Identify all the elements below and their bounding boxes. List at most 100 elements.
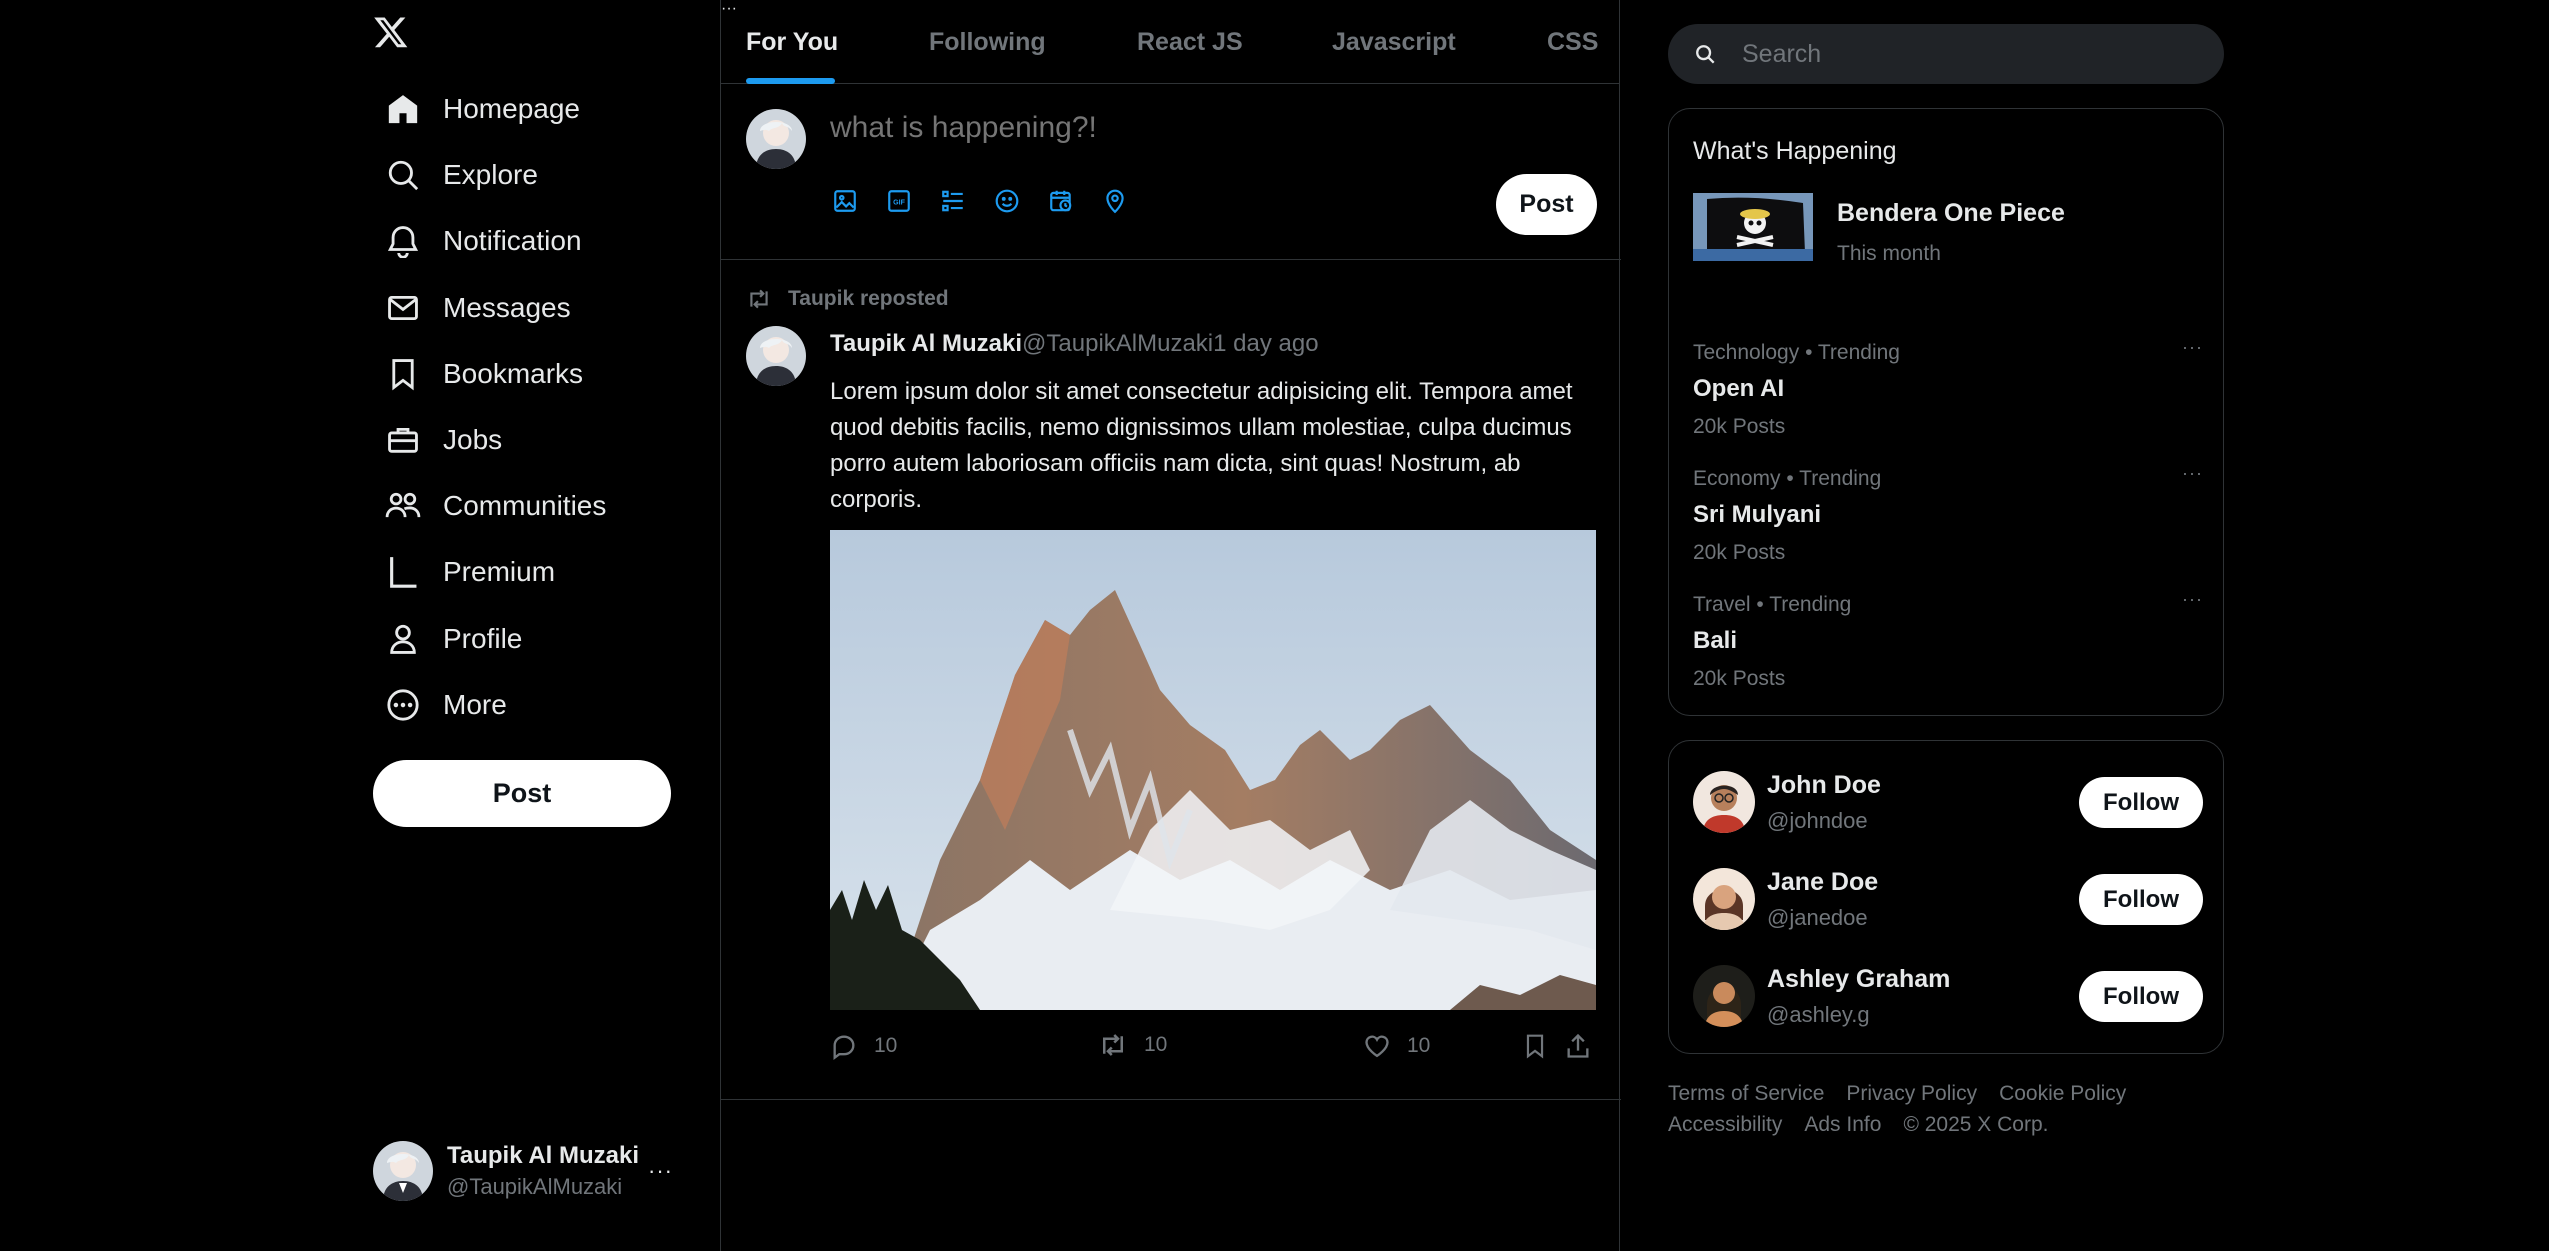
nav-label: Bookmarks [443, 357, 584, 389]
suggested-user-handle: @johndoe [1767, 807, 1868, 833]
tweet-author-handle[interactable]: @TaupikAlMuzaki [1022, 330, 1213, 357]
like-button[interactable]: 10 [1363, 1032, 1430, 1060]
repost-button[interactable]: 10 [1098, 1032, 1167, 1058]
search-icon [1694, 43, 1716, 65]
trend-more-icon[interactable]: ··· [2182, 463, 2203, 484]
account-handle: @TaupikAlMuzaki [447, 1174, 623, 1199]
featured-trend-subtitle: This month [1837, 242, 1941, 265]
tweet[interactable]: Taupik reposted Taupik Al Muzaki@TaupikA… [721, 0, 1621, 1100]
nav-item-jobs[interactable]: Jobs [385, 407, 715, 473]
search-box[interactable] [1668, 24, 2224, 84]
nav-item-profile[interactable]: Profile [385, 606, 715, 672]
tweet-image[interactable] [830, 530, 1596, 1010]
x-logo-icon[interactable] [373, 8, 411, 56]
whats-happening-card: What's Happening Bendera One Piece This … [1668, 108, 2224, 716]
heart-icon [1363, 1032, 1391, 1060]
people-icon [385, 488, 421, 524]
trend-item[interactable]: Economy • Trending Sri Mulyani 20k Posts… [1693, 463, 2203, 577]
like-count: 10 [1407, 1034, 1431, 1057]
featured-trend[interactable]: Bendera One Piece This month [1693, 193, 2065, 266]
footer-link-terms[interactable]: Terms of Service [1668, 1082, 1824, 1105]
suggested-user[interactable]: John Doe @johndoe Follow [1693, 769, 2203, 835]
x-premium-icon [385, 554, 421, 590]
featured-trend-title: Bendera One Piece [1837, 199, 2065, 227]
reply-count: 10 [874, 1034, 898, 1057]
footer-link-privacy[interactable]: Privacy Policy [1846, 1082, 1977, 1105]
tweet-timestamp[interactable]: 1 day ago [1213, 330, 1318, 357]
nav-label: Profile [443, 622, 523, 654]
nav-item-bookmarks[interactable]: Bookmarks [385, 341, 715, 407]
trend-image [1693, 193, 1813, 261]
nav-label: Premium [443, 556, 556, 588]
trend-count: 20k Posts [1693, 415, 1786, 438]
nav-label: Homepage [443, 93, 580, 125]
nav-item-homepage[interactable]: Homepage [385, 76, 715, 142]
home-icon [385, 91, 421, 127]
who-to-follow-card: John Doe @johndoe Follow Jane Doe @janed… [1668, 740, 2224, 1054]
trend-more-icon[interactable]: ··· [2182, 337, 2203, 358]
avatar [1693, 771, 1755, 833]
person-icon [385, 621, 421, 657]
trend-meta: Travel • Trending [1693, 593, 1852, 616]
share-icon [1564, 1032, 1592, 1060]
nav-label: Jobs [443, 424, 503, 456]
trend-item[interactable]: Travel • Trending Bali 20k Posts ··· [1693, 589, 2203, 703]
tweet-more-icon[interactable]: ··· [721, 0, 737, 17]
repost-label: Taupik reposted [788, 287, 949, 310]
timeline: For You Following React JS Javascript CS… [720, 0, 1621, 1251]
follow-button[interactable]: Follow [2079, 971, 2203, 1022]
search-icon [385, 157, 421, 193]
repost-indicator: Taupik reposted [746, 287, 949, 311]
footer-link-cookie[interactable]: Cookie Policy [1999, 1082, 2126, 1105]
nav-item-more[interactable]: More [385, 672, 715, 738]
mail-icon [385, 290, 421, 326]
trend-count: 20k Posts [1693, 667, 1786, 690]
suggested-user-handle: @janedoe [1767, 904, 1868, 930]
trend-item[interactable]: Technology • Trending Open AI 20k Posts … [1693, 337, 2203, 451]
nav-label: Communities [443, 490, 607, 522]
trend-more-icon[interactable]: ··· [2182, 589, 2203, 610]
account-switcher[interactable]: Taupik Al Muzaki @TaupikAlMuzaki ··· [373, 1138, 673, 1204]
suggested-user-name: John Doe [1767, 770, 1881, 799]
repost-icon [746, 288, 772, 310]
nav-label: Notification [443, 225, 582, 257]
nav-item-notification[interactable]: Notification [385, 208, 715, 274]
bookmark-button[interactable] [1522, 1032, 1548, 1060]
footer-link-accessibility[interactable]: Accessibility [1668, 1113, 1782, 1136]
repost-icon [1098, 1032, 1128, 1058]
avatar [1693, 965, 1755, 1027]
nav-item-messages[interactable]: Messages [385, 275, 715, 341]
bookmark-icon [1522, 1032, 1548, 1060]
footer-links: Terms of Service Privacy Policy Cookie Pol… [1668, 1078, 2224, 1140]
reply-button[interactable]: 10 [830, 1032, 897, 1060]
right-sidebar: What's Happening Bendera One Piece This … [1668, 0, 2224, 1251]
trend-meta: Technology • Trending [1693, 341, 1900, 364]
search-input[interactable] [1742, 39, 2202, 69]
tweet-author-name[interactable]: Taupik Al Muzaki [830, 330, 1022, 357]
trend-title: Sri Mulyani [1693, 501, 1822, 528]
suggested-user[interactable]: Jane Doe @janedoe Follow [1693, 866, 2203, 932]
nav-item-explore[interactable]: Explore [385, 142, 715, 208]
nav-label: Messages [443, 291, 571, 323]
follow-button[interactable]: Follow [2079, 777, 2203, 828]
copyright: © 2025 X Corp. [1903, 1113, 2049, 1136]
more-circle-icon [385, 687, 421, 723]
tweet-actions: 10 10 10 [830, 1032, 1596, 1064]
bell-icon [385, 223, 421, 259]
suggested-user[interactable]: Ashley Graham @ashley.g Follow [1693, 963, 2203, 1029]
post-button[interactable]: Post [373, 760, 671, 827]
bookmark-icon [385, 356, 421, 392]
avatar [373, 1141, 433, 1201]
avatar[interactable] [746, 326, 806, 386]
nav-item-premium[interactable]: Premium [385, 539, 715, 605]
suggested-user-name: Jane Doe [1767, 867, 1879, 896]
tweet-header: Taupik Al Muzaki@TaupikAlMuzaki1 day ago [830, 330, 1319, 358]
share-button[interactable] [1564, 1032, 1592, 1060]
trend-title: Open AI [1693, 375, 1785, 402]
nav-item-communities[interactable]: Communities [385, 473, 715, 539]
briefcase-icon [385, 422, 421, 458]
footer-link-ads-info[interactable]: Ads Info [1804, 1113, 1881, 1136]
sidebar: Homepage Explore Notification Messages B… [373, 0, 719, 1251]
follow-button[interactable]: Follow [2079, 874, 2203, 925]
account-menu-icon[interactable]: ··· [648, 1158, 673, 1184]
